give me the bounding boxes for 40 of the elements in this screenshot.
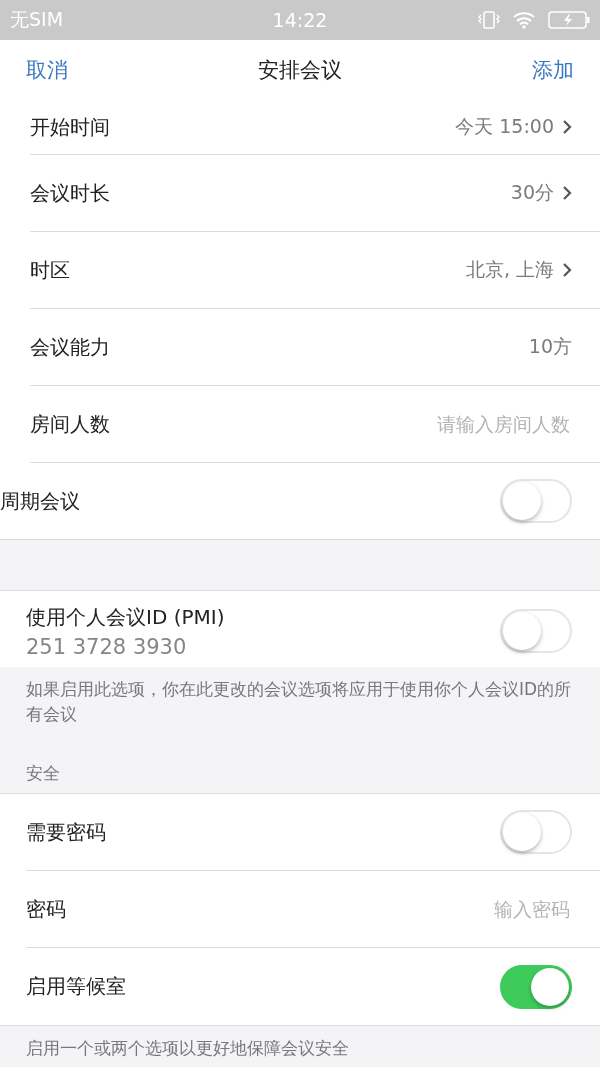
row-label: 时区: [30, 256, 70, 284]
toggle-switch[interactable]: [500, 964, 572, 1009]
settings-row[interactable]: 启用等候室: [26, 948, 600, 1026]
settings-row[interactable]: 密码 输入密码: [26, 871, 600, 949]
security-note: 启用一个或两个选项以更好地保障会议安全: [25, 1037, 350, 1061]
row-label: 使用个人会议ID (PMI): [26, 603, 225, 631]
row-label: 密码: [26, 895, 66, 923]
settings-row[interactable]: 周期会议: [0, 463, 600, 540]
row-label: 会议能力: [30, 333, 110, 361]
row-value: 今天 15:00: [455, 114, 554, 139]
row-label: 周期会议: [0, 487, 80, 515]
meeting-id: 251 3728 3930: [26, 634, 188, 659]
settings-row[interactable]: 需要密码: [26, 794, 600, 872]
input-field[interactable]: 请输入房间人数: [332, 412, 572, 436]
add-button[interactable]: 添加: [532, 56, 574, 84]
settings-row[interactable]: 开始时间 今天 15:00: [30, 100, 600, 155]
vibrate-icon: [478, 11, 500, 29]
row-label: 开始时间: [30, 113, 110, 141]
screen-title: 安排会议: [258, 57, 342, 84]
row-value: 北京, 上海: [465, 257, 554, 282]
settings-row[interactable]: 会议能力 10方: [30, 309, 600, 386]
settings-row[interactable]: 房间人数 请输入房间人数: [30, 386, 600, 463]
row-label: 会议时长: [30, 179, 110, 207]
input-field[interactable]: 输入密码: [332, 897, 572, 922]
chevron-right-icon: [562, 185, 572, 201]
row-value: 10方: [528, 334, 572, 359]
pmi-note: 如果启用此选项，你在此更改的会议选项将应用于使用你个人会议ID的所有会议: [25, 678, 573, 726]
battery-charging-icon: [548, 11, 590, 29]
cancel-button[interactable]: 取消: [26, 56, 68, 84]
settings-row[interactable]: 会议时长 30分: [30, 155, 600, 232]
row-label: 房间人数: [30, 410, 110, 438]
row-label: 启用等候室: [26, 973, 126, 1001]
settings-row[interactable]: 使用个人会议ID (PMI) 251 3728 3930: [0, 591, 600, 667]
row-value: 30分: [510, 180, 554, 205]
settings-row[interactable]: 时区 北京, 上海: [30, 232, 600, 309]
chevron-right-icon: [562, 262, 572, 278]
row-label: 需要密码: [26, 818, 106, 846]
wifi-icon: [512, 11, 536, 29]
section-header: 安全: [25, 762, 61, 786]
chevron-right-icon: [562, 119, 572, 135]
